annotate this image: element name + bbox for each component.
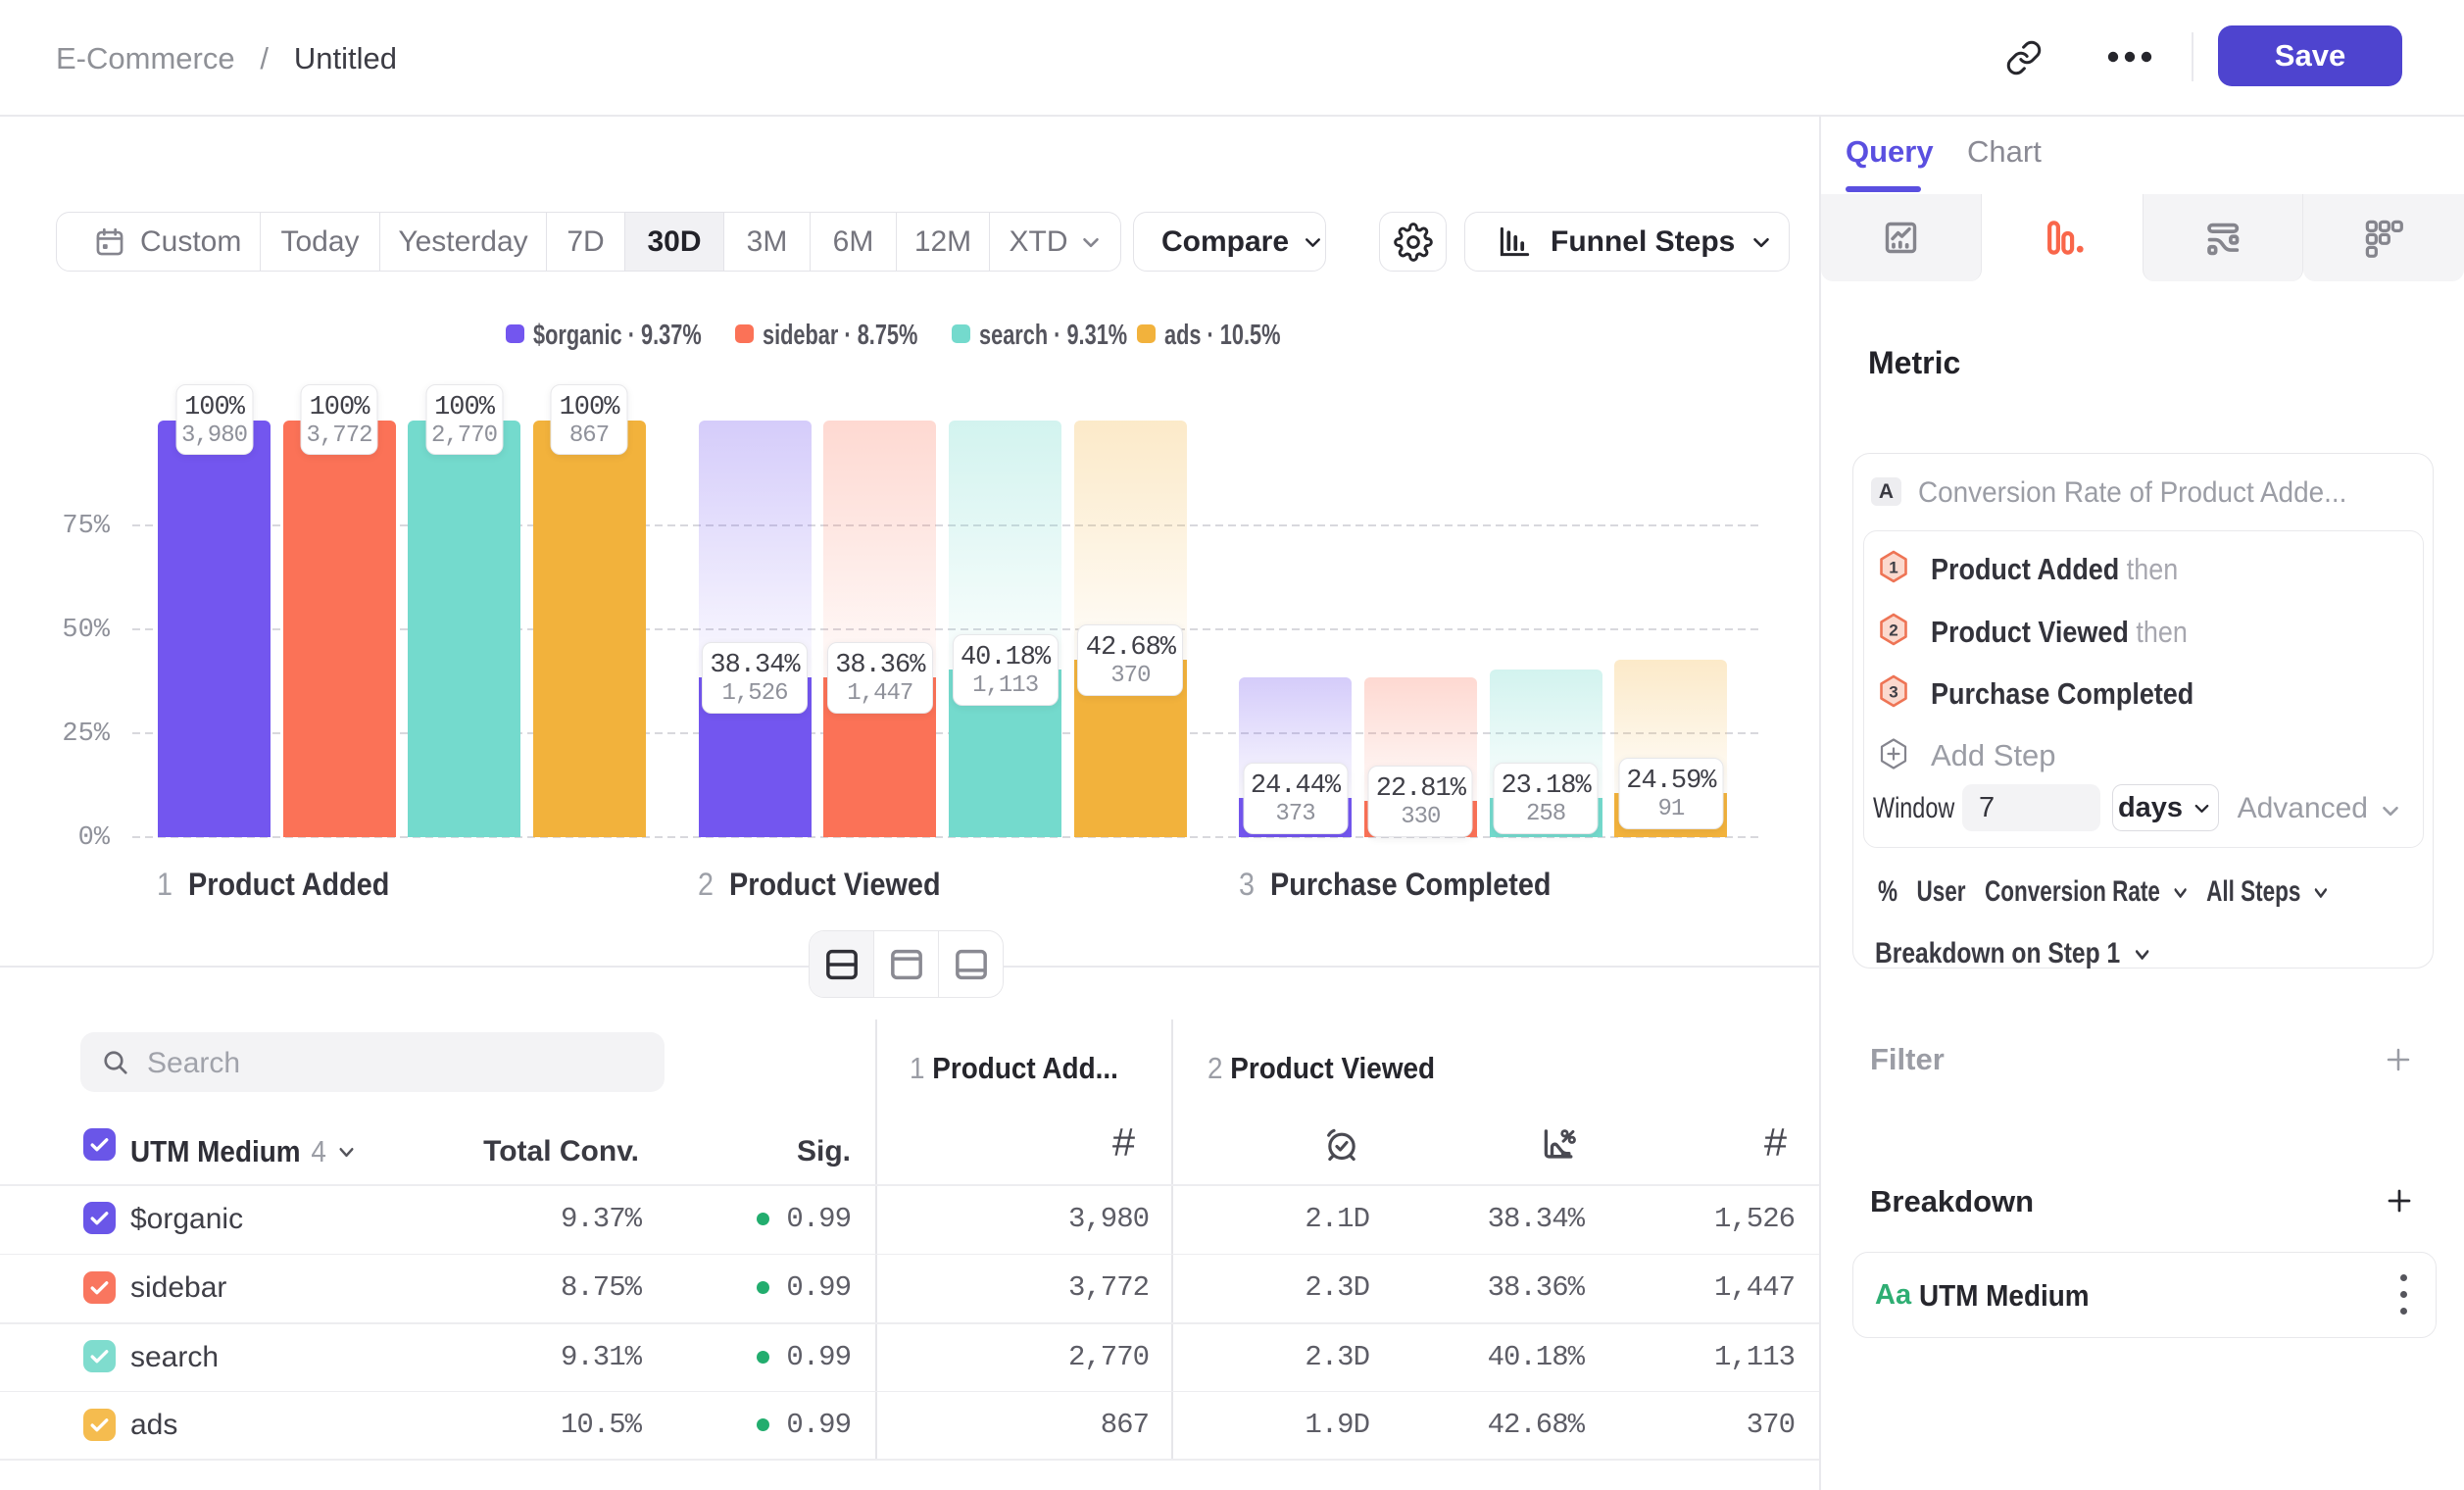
svg-text:3: 3 xyxy=(1889,683,1897,702)
svg-text:2: 2 xyxy=(1889,621,1897,640)
svg-text:1: 1 xyxy=(1889,559,1897,577)
